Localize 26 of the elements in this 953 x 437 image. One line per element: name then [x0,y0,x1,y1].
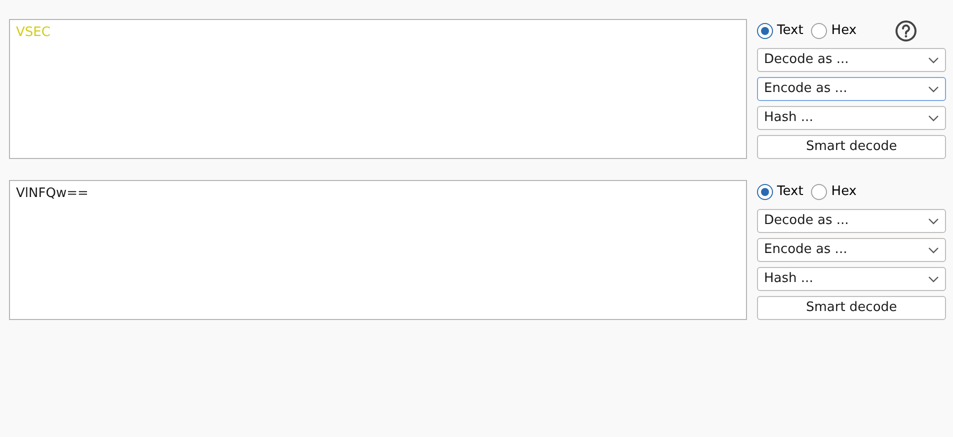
help-icon[interactable] [894,20,917,42]
dropdown[interactable]: Encode as ... [757,77,946,101]
radio-button[interactable] [811,184,828,200]
radio-button[interactable] [757,184,773,200]
radio-option[interactable]: Hex [811,21,857,41]
chevron-down-icon [928,246,939,254]
dropdown[interactable]: Decode as ... [757,209,946,233]
text-area[interactable]: VlNFQw== [9,180,747,320]
chevron-down-icon [928,218,939,224]
radio-option[interactable]: Text [757,182,804,202]
text-content: VSEC [16,25,50,40]
text-content: VlNFQw== [16,186,88,201]
dropdown[interactable]: Encode as ... [757,238,946,262]
chevron-down-icon [928,56,939,64]
smart-decode-button[interactable]: Smart decode [757,296,946,320]
radio-button[interactable] [811,23,828,39]
radio-option[interactable]: Hex [811,182,857,202]
radio-option[interactable]: Text [757,21,804,41]
chevron-down-icon [928,114,939,122]
radio-button[interactable] [757,23,773,39]
smart-decode-button[interactable]: Smart decode [757,135,946,159]
dropdown[interactable]: Hash ... [757,267,946,291]
chevron-down-icon [928,86,939,92]
dropdown[interactable]: Decode as ... [757,48,946,72]
chevron-down-icon [928,276,939,282]
dropdown[interactable]: Hash ... [757,106,946,130]
